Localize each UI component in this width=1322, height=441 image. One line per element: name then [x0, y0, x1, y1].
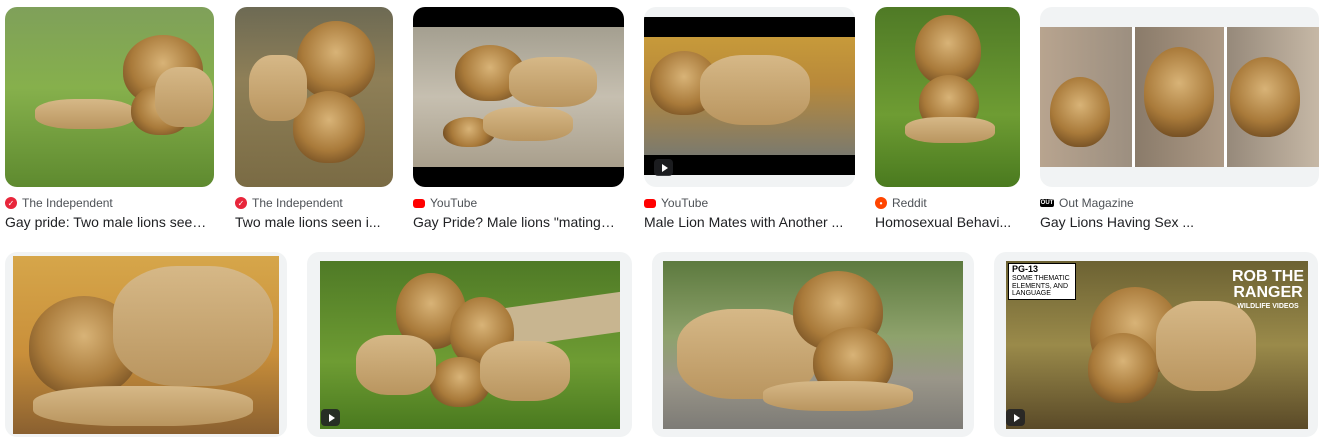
lion-body — [763, 381, 913, 411]
lion-body — [700, 55, 810, 125]
lion-body — [113, 266, 273, 386]
result-source: OUT Out Magazine — [1040, 196, 1134, 210]
play-icon — [321, 409, 340, 426]
image-frame: PG-13 SOME THEMATIC ELEMENTS, AND LANGUA… — [1006, 261, 1308, 429]
source-label: YouTube — [430, 196, 478, 210]
result-thumbnail[interactable] — [5, 7, 214, 187]
lion-body — [155, 67, 213, 127]
rating-note: SOME THEMATIC ELEMENTS, AND LANGUAGE — [1012, 274, 1070, 298]
image-result-1[interactable]: ✓ The Independent Gay pride: Two male li… — [5, 7, 215, 237]
result-thumbnail[interactable] — [644, 7, 855, 187]
result-source: YouTube — [644, 196, 708, 210]
lion-body — [509, 57, 597, 107]
play-icon — [1006, 409, 1025, 426]
image-result-9[interactable] — [652, 252, 974, 437]
image-result-3[interactable]: YouTube Gay Pride? Male lions "mating" .… — [413, 7, 625, 237]
image-result-10[interactable]: PG-13 SOME THEMATIC ELEMENTS, AND LANGUA… — [994, 252, 1318, 437]
image-result-2[interactable]: ✓ The Independent Two male lions seen i.… — [235, 7, 395, 237]
independent-favicon-icon: ✓ — [235, 197, 247, 209]
image-result-4[interactable]: YouTube Male Lion Mates with Another ... — [644, 7, 856, 237]
image-frame — [13, 256, 279, 434]
lion-body — [33, 386, 253, 426]
source-label: Reddit — [892, 196, 927, 210]
letterbox-bar — [644, 17, 855, 37]
image-result-5[interactable]: • Reddit Homosexual Behavi... — [875, 7, 1022, 237]
image-result-8[interactable] — [307, 252, 632, 437]
rating-label: PG-13 — [1012, 264, 1039, 274]
result-thumbnail[interactable] — [875, 7, 1020, 187]
image-result-6[interactable]: OUT Out Magazine Gay Lions Having Sex ..… — [1040, 7, 1320, 237]
result-thumbnail[interactable] — [307, 252, 632, 437]
rating-badge: PG-13 SOME THEMATIC ELEMENTS, AND LANGUA… — [1008, 263, 1076, 300]
collage-divider — [1132, 27, 1135, 167]
result-title[interactable]: Gay Pride? Male lions "mating" ... — [413, 214, 618, 230]
result-title[interactable]: Gay pride: Two male lions seen ... — [5, 214, 210, 230]
result-source: • Reddit — [875, 196, 927, 210]
result-source: ✓ The Independent — [235, 196, 343, 210]
lion-head — [1050, 77, 1110, 147]
result-source: ✓ The Independent — [5, 196, 113, 210]
lion-body — [249, 55, 307, 121]
lion-body — [356, 335, 436, 395]
video-frame — [644, 37, 855, 155]
result-thumbnail[interactable] — [5, 252, 287, 437]
source-label: YouTube — [661, 196, 709, 210]
source-label: The Independent — [22, 196, 113, 210]
youtube-favicon-icon — [644, 198, 656, 208]
lion-body — [483, 107, 573, 141]
result-thumbnail[interactable] — [1040, 7, 1319, 187]
result-source: YouTube — [413, 196, 477, 210]
channel-logo-title: ROB THE RANGER — [1232, 268, 1304, 301]
result-title[interactable]: Two male lions seen i... — [235, 214, 395, 230]
result-title[interactable]: Gay Lions Having Sex ... — [1040, 214, 1240, 230]
result-title[interactable]: Homosexual Behavi... — [875, 214, 1020, 230]
out-magazine-favicon-icon: OUT — [1040, 199, 1054, 207]
letterbox-bar — [644, 155, 855, 175]
play-icon — [654, 159, 673, 176]
youtube-favicon-icon — [413, 198, 425, 208]
result-thumbnail[interactable] — [413, 7, 624, 187]
lion-head — [1144, 47, 1214, 137]
image-frame — [320, 261, 620, 429]
lion-head — [1230, 57, 1300, 137]
source-label: The Independent — [252, 196, 343, 210]
lion-head — [1088, 333, 1158, 403]
channel-logo-subtitle: WILDLIFE VIDEOS — [1237, 303, 1299, 310]
lion-body — [1156, 301, 1256, 391]
independent-favicon-icon: ✓ — [5, 197, 17, 209]
collage-frame — [1040, 27, 1319, 167]
lion-body — [35, 99, 135, 129]
lion-body — [480, 341, 570, 401]
result-thumbnail[interactable] — [235, 7, 393, 187]
collage-divider — [1224, 27, 1227, 167]
reddit-favicon-icon: • — [875, 197, 887, 209]
lion-head — [297, 21, 375, 99]
source-label: Out Magazine — [1059, 196, 1134, 210]
result-thumbnail[interactable] — [652, 252, 974, 437]
image-result-7[interactable] — [5, 252, 287, 437]
result-thumbnail[interactable]: PG-13 SOME THEMATIC ELEMENTS, AND LANGUA… — [994, 252, 1318, 437]
lion-body — [905, 117, 995, 143]
video-frame — [413, 27, 624, 167]
image-frame — [663, 261, 963, 429]
result-title[interactable]: Male Lion Mates with Another ... — [644, 214, 849, 230]
